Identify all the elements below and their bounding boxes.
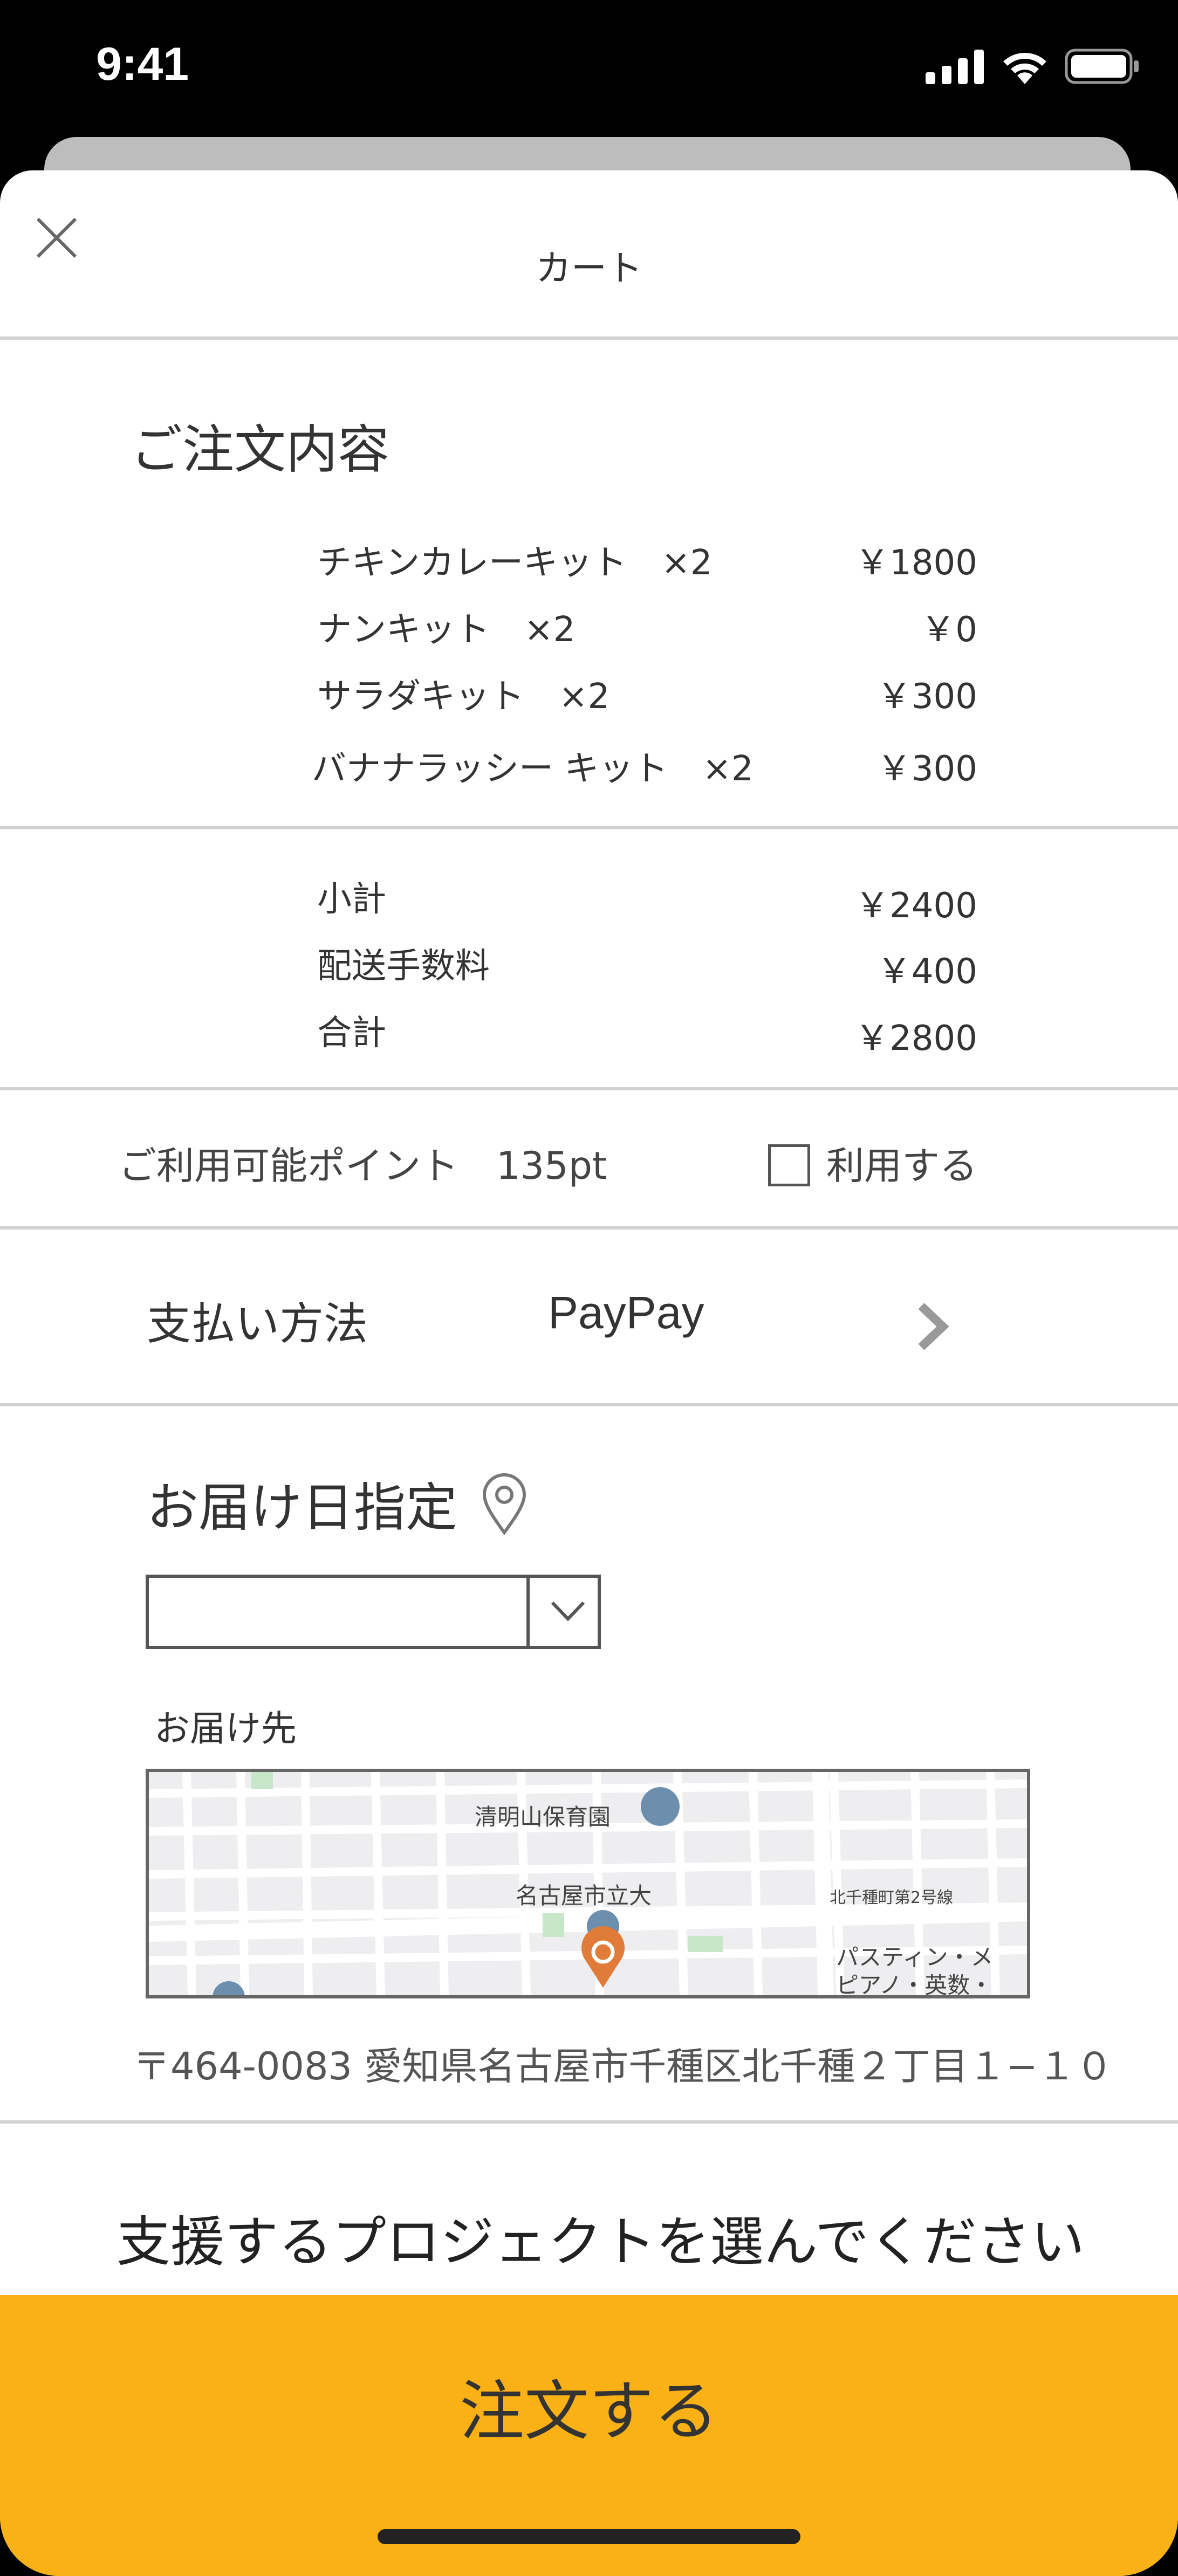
order-item-price: ￥300: [876, 749, 977, 789]
divider: [0, 336, 1178, 340]
total-value: ￥2800: [855, 1019, 977, 1059]
order-button-label[interactable]: 注文する: [0, 2359, 1178, 2453]
order-item-price: ￥300: [876, 677, 977, 717]
payment-method-label: 支払い方法: [147, 1299, 368, 1350]
divider: [0, 1403, 1178, 1406]
divider: [0, 1087, 1178, 1090]
use-points-checkbox[interactable]: [768, 1144, 810, 1186]
map-label-piano-2: ピアノ・英数・: [836, 1972, 993, 1998]
location-pin-icon: [482, 1473, 526, 1536]
chevron-down-icon[interactable]: [549, 1595, 587, 1627]
project-select-title[interactable]: 支援するプロジェクトを選んでください: [117, 2198, 1085, 2276]
destination-label: お届け先: [154, 1708, 297, 1749]
order-item-name: ナンキット ×2: [317, 610, 576, 650]
home-indicator: [378, 2529, 800, 2544]
status-icons: [926, 47, 1140, 85]
select-divider: [526, 1578, 530, 1646]
order-summary-title: ご注文内容: [131, 420, 389, 480]
phone-screen: 9:41 カート ご注文内容 チキンカレーキット ×2 ￥1800 ナンキット …: [0, 0, 1178, 2576]
subtotal-label: 小計: [317, 880, 386, 919]
payment-method-value[interactable]: PayPay: [548, 1287, 704, 1339]
page-title: カート: [536, 248, 642, 289]
order-item-name: チキンカレーキット ×2: [317, 543, 713, 583]
status-time: 9:41: [96, 38, 189, 90]
delivery-date-select[interactable]: [146, 1575, 601, 1649]
shipping-fee-label: 配送手数料: [317, 946, 490, 986]
delivery-address: 〒464-0083 愛知県名古屋市千種区北千種２丁目１−１０: [133, 2044, 1113, 2089]
order-item-name: サラダキット ×2: [317, 677, 610, 717]
map-label-road: 北千種町第2号線: [830, 1888, 954, 1907]
shipping-fee-value: ￥400: [876, 952, 977, 992]
divider: [0, 2120, 1178, 2124]
battery-icon: [1065, 49, 1139, 84]
delivery-map[interactable]: 清明山保育園 名古屋市立大 北千種町第2号線 パスティン・メ ピアノ・英数・: [146, 1769, 1030, 1998]
signal-icon: [926, 50, 984, 84]
chevron-right-icon[interactable]: [912, 1301, 955, 1352]
divider: [0, 1226, 1178, 1229]
subtotal-value: ￥2400: [855, 886, 977, 926]
order-item-price: ￥1800: [855, 543, 977, 583]
cart-sheet: カート ご注文内容 チキンカレーキット ×2 ￥1800 ナンキット ×2 ￥0…: [0, 170, 1178, 2576]
order-item-price: ￥0: [921, 610, 977, 650]
use-points-label[interactable]: 利用する: [826, 1136, 977, 1190]
map-label-nursery: 清明山保育園: [475, 1804, 611, 1830]
available-points-label: ご利用可能ポイント 135pt: [119, 1144, 607, 1188]
delivery-date-title: お届け日指定: [147, 1478, 457, 1538]
total-label: 合計: [317, 1013, 386, 1053]
divider: [0, 826, 1178, 829]
wifi-icon: [1003, 53, 1046, 84]
map-label-school: 名古屋市立大: [516, 1883, 652, 1909]
order-item-name: バナナラッシー キット ×2: [312, 749, 754, 789]
